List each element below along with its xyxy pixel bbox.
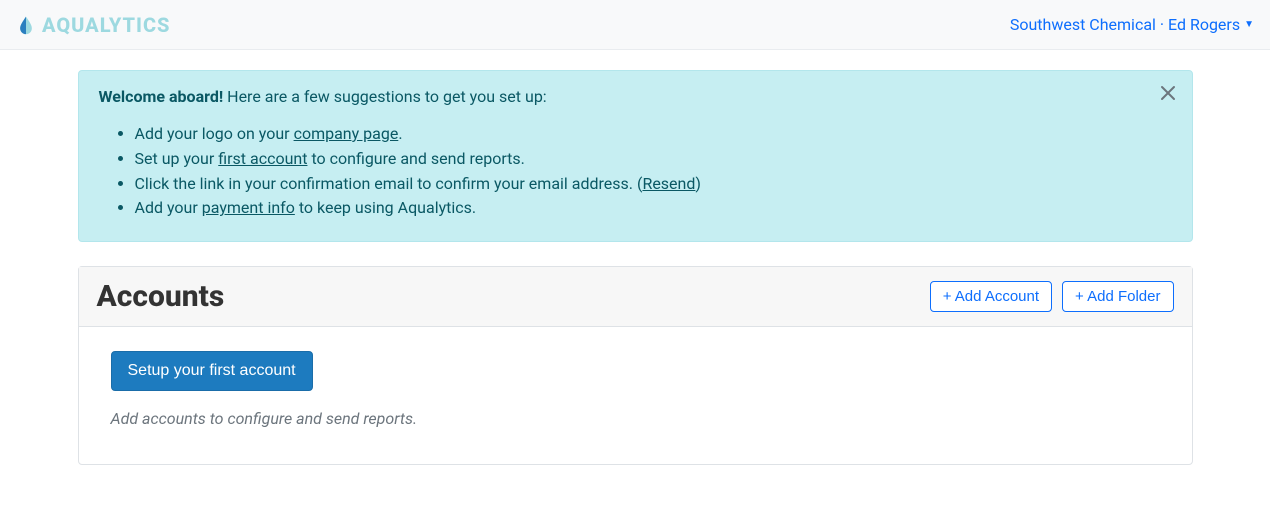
alert-heading: Welcome aboard! (99, 87, 224, 106)
company-page-link[interactable]: company page (294, 124, 399, 143)
first-account-link[interactable]: first account (218, 149, 307, 168)
brand-name: AQUALYTICS (42, 13, 170, 37)
accounts-hint: Add accounts to configure and send repor… (111, 409, 1160, 428)
accounts-card: Accounts + Add Account + Add Folder Setu… (78, 266, 1193, 465)
droplet-icon (16, 15, 36, 35)
setup-first-account-button[interactable]: Setup your first account (111, 351, 313, 391)
accounts-card-body: Setup your first account Add accounts to… (79, 327, 1192, 464)
close-icon[interactable] (1158, 83, 1178, 103)
welcome-alert: Welcome aboard! Here are a few suggestio… (78, 70, 1193, 242)
list-item: Add your logo on your company page. (135, 122, 1172, 147)
accounts-header-actions: + Add Account + Add Folder (930, 281, 1174, 312)
user-menu-label: Southwest Chemical · Ed Rogers (1010, 15, 1240, 34)
add-account-button[interactable]: + Add Account (930, 281, 1052, 312)
navbar: AQUALYTICS Southwest Chemical · Ed Roger… (0, 0, 1270, 50)
list-item: Set up your first account to configure a… (135, 147, 1172, 172)
accounts-card-header: Accounts + Add Account + Add Folder (79, 267, 1192, 327)
accounts-title: Accounts (97, 279, 225, 314)
chevron-down-icon: ▼ (1244, 19, 1254, 30)
list-item: Click the link in your confirmation emai… (135, 172, 1172, 197)
brand[interactable]: AQUALYTICS (16, 13, 170, 37)
payment-info-link[interactable]: payment info (202, 198, 295, 217)
user-menu[interactable]: Southwest Chemical · Ed Rogers ▼ (1010, 15, 1254, 34)
alert-suggestion-list: Add your logo on your company page. Set … (99, 122, 1172, 221)
resend-link[interactable]: Resend (642, 174, 695, 193)
list-item: Add your payment info to keep using Aqua… (135, 196, 1172, 221)
main-content: Welcome aboard! Here are a few suggestio… (78, 50, 1193, 485)
alert-subtext: Here are a few suggestions to get you se… (227, 87, 547, 106)
add-folder-button[interactable]: + Add Folder (1062, 281, 1173, 312)
